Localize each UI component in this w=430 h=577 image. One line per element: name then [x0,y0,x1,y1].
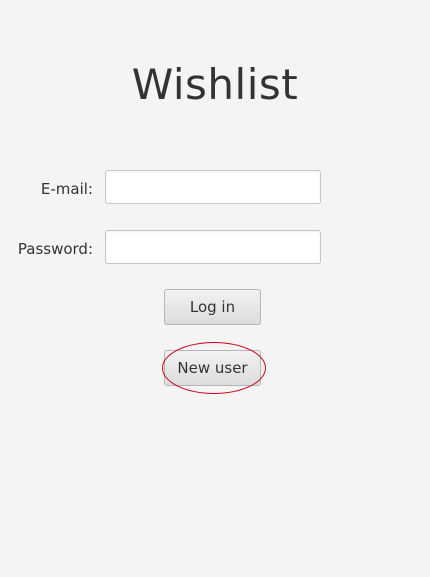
email-label: E-mail: [40,180,93,198]
login-window: Wishlist E-mail: Password: Log in New us… [0,0,430,577]
login-button[interactable]: Log in [164,289,261,325]
password-field[interactable] [105,230,321,264]
new-user-button[interactable]: New user [164,350,261,386]
app-title: Wishlist [131,60,299,109]
password-label: Password: [17,240,93,258]
email-field[interactable] [105,170,321,204]
